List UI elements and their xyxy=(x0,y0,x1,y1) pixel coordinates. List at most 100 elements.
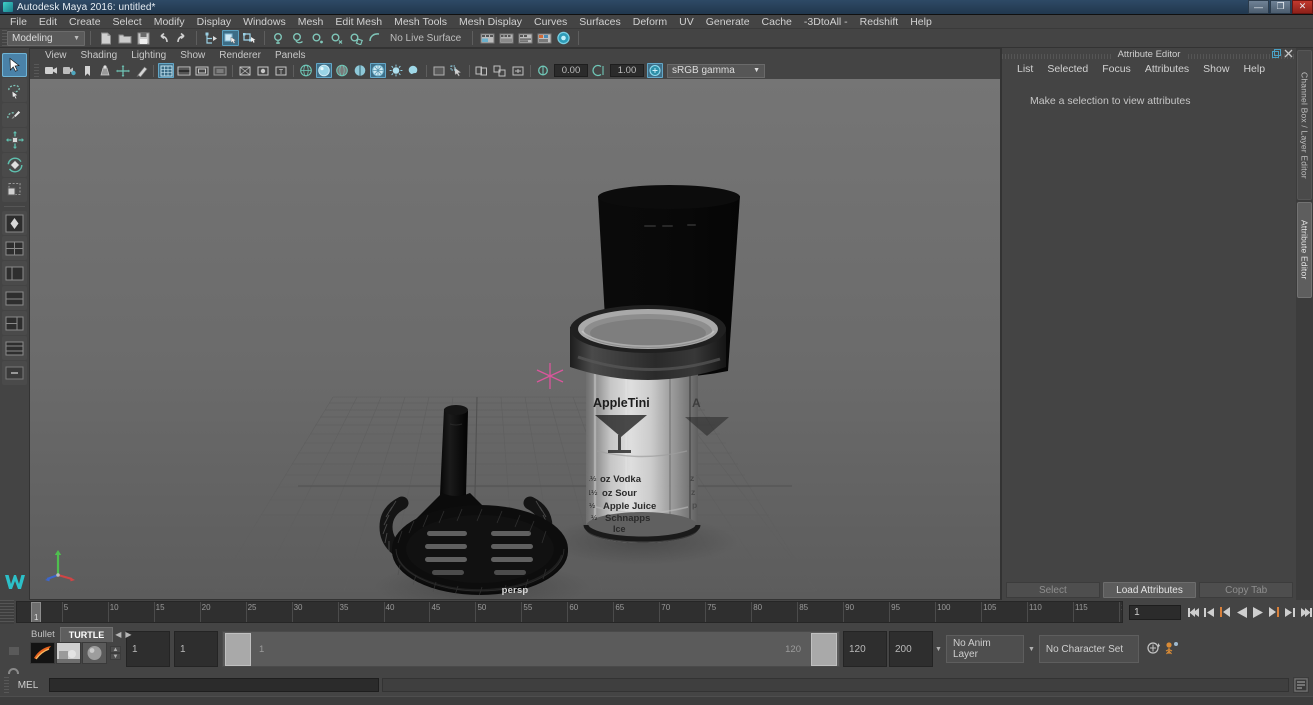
gamma-field[interactable]: 1.00 xyxy=(610,64,644,77)
lasso-select-tool[interactable] xyxy=(2,78,27,102)
panel-menu-panels[interactable]: Panels xyxy=(268,49,313,62)
maximize-button[interactable]: ❐ xyxy=(1270,0,1291,14)
camera-attributes-icon[interactable] xyxy=(61,63,77,78)
color-management-select[interactable]: sRGB gamma ▼ xyxy=(667,63,765,78)
ipr-render-icon[interactable] xyxy=(498,30,515,46)
copy-tab-button[interactable]: Copy Tab xyxy=(1199,582,1294,598)
character-set-select[interactable]: No Character Set xyxy=(1038,635,1139,663)
menu-modify[interactable]: Modify xyxy=(148,15,191,29)
make-live-icon[interactable] xyxy=(366,30,383,46)
turtle-shader-icon[interactable] xyxy=(82,642,107,664)
menu-help[interactable]: Help xyxy=(904,15,938,29)
current-frame-field[interactable]: 1 xyxy=(1129,604,1181,620)
undo-icon[interactable] xyxy=(154,30,171,46)
menu-set-selector[interactable]: Modeling ▼ xyxy=(7,30,85,46)
perspective-viewport[interactable]: oz Vodka oz Sour Apple Juice Schnapps Ic… xyxy=(30,79,1000,599)
film-gate-icon[interactable] xyxy=(176,63,192,78)
menu-edit-mesh[interactable]: Edit Mesh xyxy=(329,15,388,29)
play-forwards-icon[interactable] xyxy=(1250,604,1265,621)
panel-zoom-icon[interactable] xyxy=(510,63,526,78)
range-end-time-field[interactable]: 120 xyxy=(843,631,887,667)
range-end-handle[interactable] xyxy=(811,633,837,666)
menu-cache[interactable]: Cache xyxy=(756,15,798,29)
render-current-frame-icon[interactable] xyxy=(479,30,496,46)
panel-snapshot-icon[interactable] xyxy=(474,63,490,78)
render-settings-icon[interactable] xyxy=(517,30,534,46)
step-forward-keyframe-icon[interactable] xyxy=(1282,604,1297,621)
panel-menu-shading[interactable]: Shading xyxy=(74,49,125,62)
range-slider-track[interactable]: 1 120 xyxy=(222,631,840,667)
redo-icon[interactable] xyxy=(173,30,190,46)
menu-file[interactable]: File xyxy=(4,15,33,29)
rotate-tool[interactable] xyxy=(2,153,27,177)
go-to-end-icon[interactable] xyxy=(1298,604,1313,621)
open-scene-icon[interactable] xyxy=(116,30,133,46)
color-management-toggle-icon[interactable] xyxy=(647,63,663,78)
step-forward-frame-icon[interactable] xyxy=(1266,604,1281,621)
go-to-start-icon[interactable] xyxy=(1186,604,1201,621)
shelf-tab-bullet[interactable]: Bullet xyxy=(26,627,60,642)
panel-menu-show[interactable]: Show xyxy=(173,49,212,62)
move-tool[interactable] xyxy=(2,128,27,152)
exposure-icon[interactable] xyxy=(535,63,551,78)
grid-toggle-icon[interactable] xyxy=(158,63,174,78)
new-scene-icon[interactable] xyxy=(97,30,114,46)
single-perspective-layout[interactable] xyxy=(2,211,27,235)
snap-to-view-plane-icon[interactable] xyxy=(347,30,364,46)
shaded-wireframe-icon[interactable] xyxy=(334,63,350,78)
step-back-frame-icon[interactable] xyxy=(1218,604,1233,621)
chevron-down-icon[interactable]: ▼ xyxy=(935,646,942,653)
range-start-handle[interactable] xyxy=(225,633,251,666)
anim-end-time-field[interactable]: 200 xyxy=(889,631,933,667)
close-button[interactable]: ✕ xyxy=(1292,0,1313,14)
anim-layer-select[interactable]: No Anim Layer xyxy=(945,635,1024,663)
chevron-down-icon[interactable]: ▼ xyxy=(1028,646,1035,653)
shelf-spin-up[interactable]: ▲ xyxy=(110,646,121,653)
ae-menu-help[interactable]: Help xyxy=(1236,61,1272,77)
paint-select-tool[interactable] xyxy=(2,103,27,127)
script-editor-icon[interactable] xyxy=(1293,677,1309,693)
xray-joints-icon[interactable] xyxy=(255,63,271,78)
grease-pencil-icon[interactable] xyxy=(133,63,149,78)
ae-menu-list[interactable]: List xyxy=(1010,61,1040,77)
menu-create[interactable]: Create xyxy=(63,15,107,29)
gamma-icon[interactable] xyxy=(591,63,607,78)
menu-3dtoall[interactable]: -3DtoAll - xyxy=(798,15,854,29)
shelf-tab-turtle[interactable]: TURTLE xyxy=(59,627,114,642)
bookmark-icon[interactable] xyxy=(79,63,95,78)
select-button[interactable]: Select xyxy=(1006,582,1100,598)
shelf-spin-down[interactable]: ▼ xyxy=(110,653,121,660)
menu-mesh-display[interactable]: Mesh Display xyxy=(453,15,528,29)
load-attributes-button[interactable]: Load Attributes xyxy=(1102,582,1197,598)
select-by-component-icon[interactable] xyxy=(241,30,258,46)
menu-edit[interactable]: Edit xyxy=(33,15,63,29)
menu-surfaces[interactable]: Surfaces xyxy=(573,15,626,29)
select-by-hierarchy-icon[interactable] xyxy=(203,30,220,46)
minimize-button[interactable]: — xyxy=(1248,0,1269,14)
select-tool[interactable] xyxy=(2,53,27,77)
select-camera-icon[interactable] xyxy=(43,63,59,78)
ae-menu-selected[interactable]: Selected xyxy=(1040,61,1095,77)
step-back-keyframe-icon[interactable] xyxy=(1202,604,1217,621)
textured-icon[interactable] xyxy=(370,63,386,78)
menu-redshift[interactable]: Redshift xyxy=(854,15,905,29)
ae-menu-show[interactable]: Show xyxy=(1196,61,1236,77)
panel-menu-lighting[interactable]: Lighting xyxy=(124,49,173,62)
panel-dual-icon[interactable] xyxy=(492,63,508,78)
xray-active-components-icon[interactable]: T xyxy=(273,63,289,78)
menu-windows[interactable]: Windows xyxy=(237,15,292,29)
command-input[interactable] xyxy=(49,678,379,692)
animation-preferences-icon[interactable] xyxy=(1164,640,1182,659)
ae-menu-focus[interactable]: Focus xyxy=(1095,61,1138,77)
turtle-render-icon[interactable] xyxy=(56,642,81,664)
shelf-next-arrow[interactable]: ▶ xyxy=(123,630,133,639)
panel-menu-view[interactable]: View xyxy=(38,49,74,62)
close-icon[interactable] xyxy=(1284,49,1293,61)
shelf-prev-arrow[interactable]: ◀ xyxy=(113,630,123,639)
time-slider-track[interactable]: 5 10 15 20 25 30 35 40 45 50 55 60 65 70 75 80 85 90 95 100… xyxy=(15,601,1124,623)
menu-deform[interactable]: Deform xyxy=(627,15,673,29)
menu-mesh[interactable]: Mesh xyxy=(292,15,330,29)
ae-menu-attributes[interactable]: Attributes xyxy=(1138,61,1196,77)
use-lights-icon[interactable] xyxy=(388,63,404,78)
menu-display[interactable]: Display xyxy=(191,15,237,29)
